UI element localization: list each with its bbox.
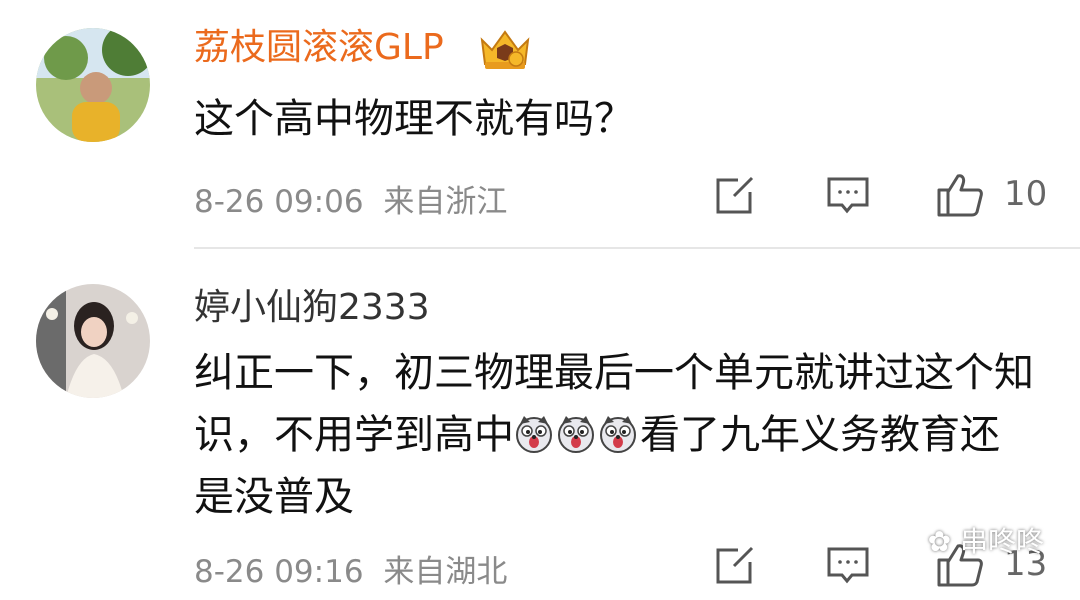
username[interactable]: 婷小仙狗2333 <box>194 286 430 330</box>
comment-meta: 8-26 09:06 来自浙江 <box>194 176 507 221</box>
username[interactable]: 荔枝圆滚滚GLP <box>194 26 444 70</box>
comment-reply-icon[interactable] <box>826 546 870 590</box>
comment-location: 来自浙江 <box>383 184 508 220</box>
comment-text: 纠正一下，初三物理最后一个单元就讲过这个知识，不用学到高中 看了九年义务教育还是没… <box>194 342 1034 528</box>
husky-dog-face-icon <box>556 410 596 453</box>
comment-date: 8-26 09:06 <box>194 184 364 220</box>
watermark-text: 串咚咚 <box>959 525 1044 558</box>
crown-badge-icon <box>476 26 534 76</box>
comment-1: 荔枝圆滚滚GLP 这个高中物理不就有吗？ 8-26 09:06 来自浙江 10 <box>0 0 1080 250</box>
avatar[interactable] <box>36 284 150 398</box>
share-icon[interactable] <box>714 176 754 220</box>
comment-date: 8-26 09:16 <box>194 554 364 590</box>
husky-dog-face-icon <box>598 410 638 453</box>
comment-meta: 8-26 09:16 来自湖北 <box>194 546 507 591</box>
husky-dog-face-icon <box>514 410 554 453</box>
avatar[interactable] <box>36 28 150 142</box>
like-thumb-icon[interactable] <box>936 172 984 222</box>
comment-text: 这个高中物理不就有吗？ <box>194 96 634 142</box>
share-icon[interactable] <box>714 546 754 590</box>
wechat-watermark: ✿ 串咚咚 <box>928 520 1044 560</box>
comment-location: 来自湖北 <box>383 554 508 590</box>
comment-reply-icon[interactable] <box>826 176 870 220</box>
divider <box>194 247 1080 249</box>
wechat-icon: ✿ <box>927 525 952 558</box>
comment-2: 婷小仙狗2333 纠正一下，初三物理最后一个单元就讲过这个知识，不用学到高中 看了… <box>0 250 1080 600</box>
like-count: 10 <box>1004 174 1048 214</box>
